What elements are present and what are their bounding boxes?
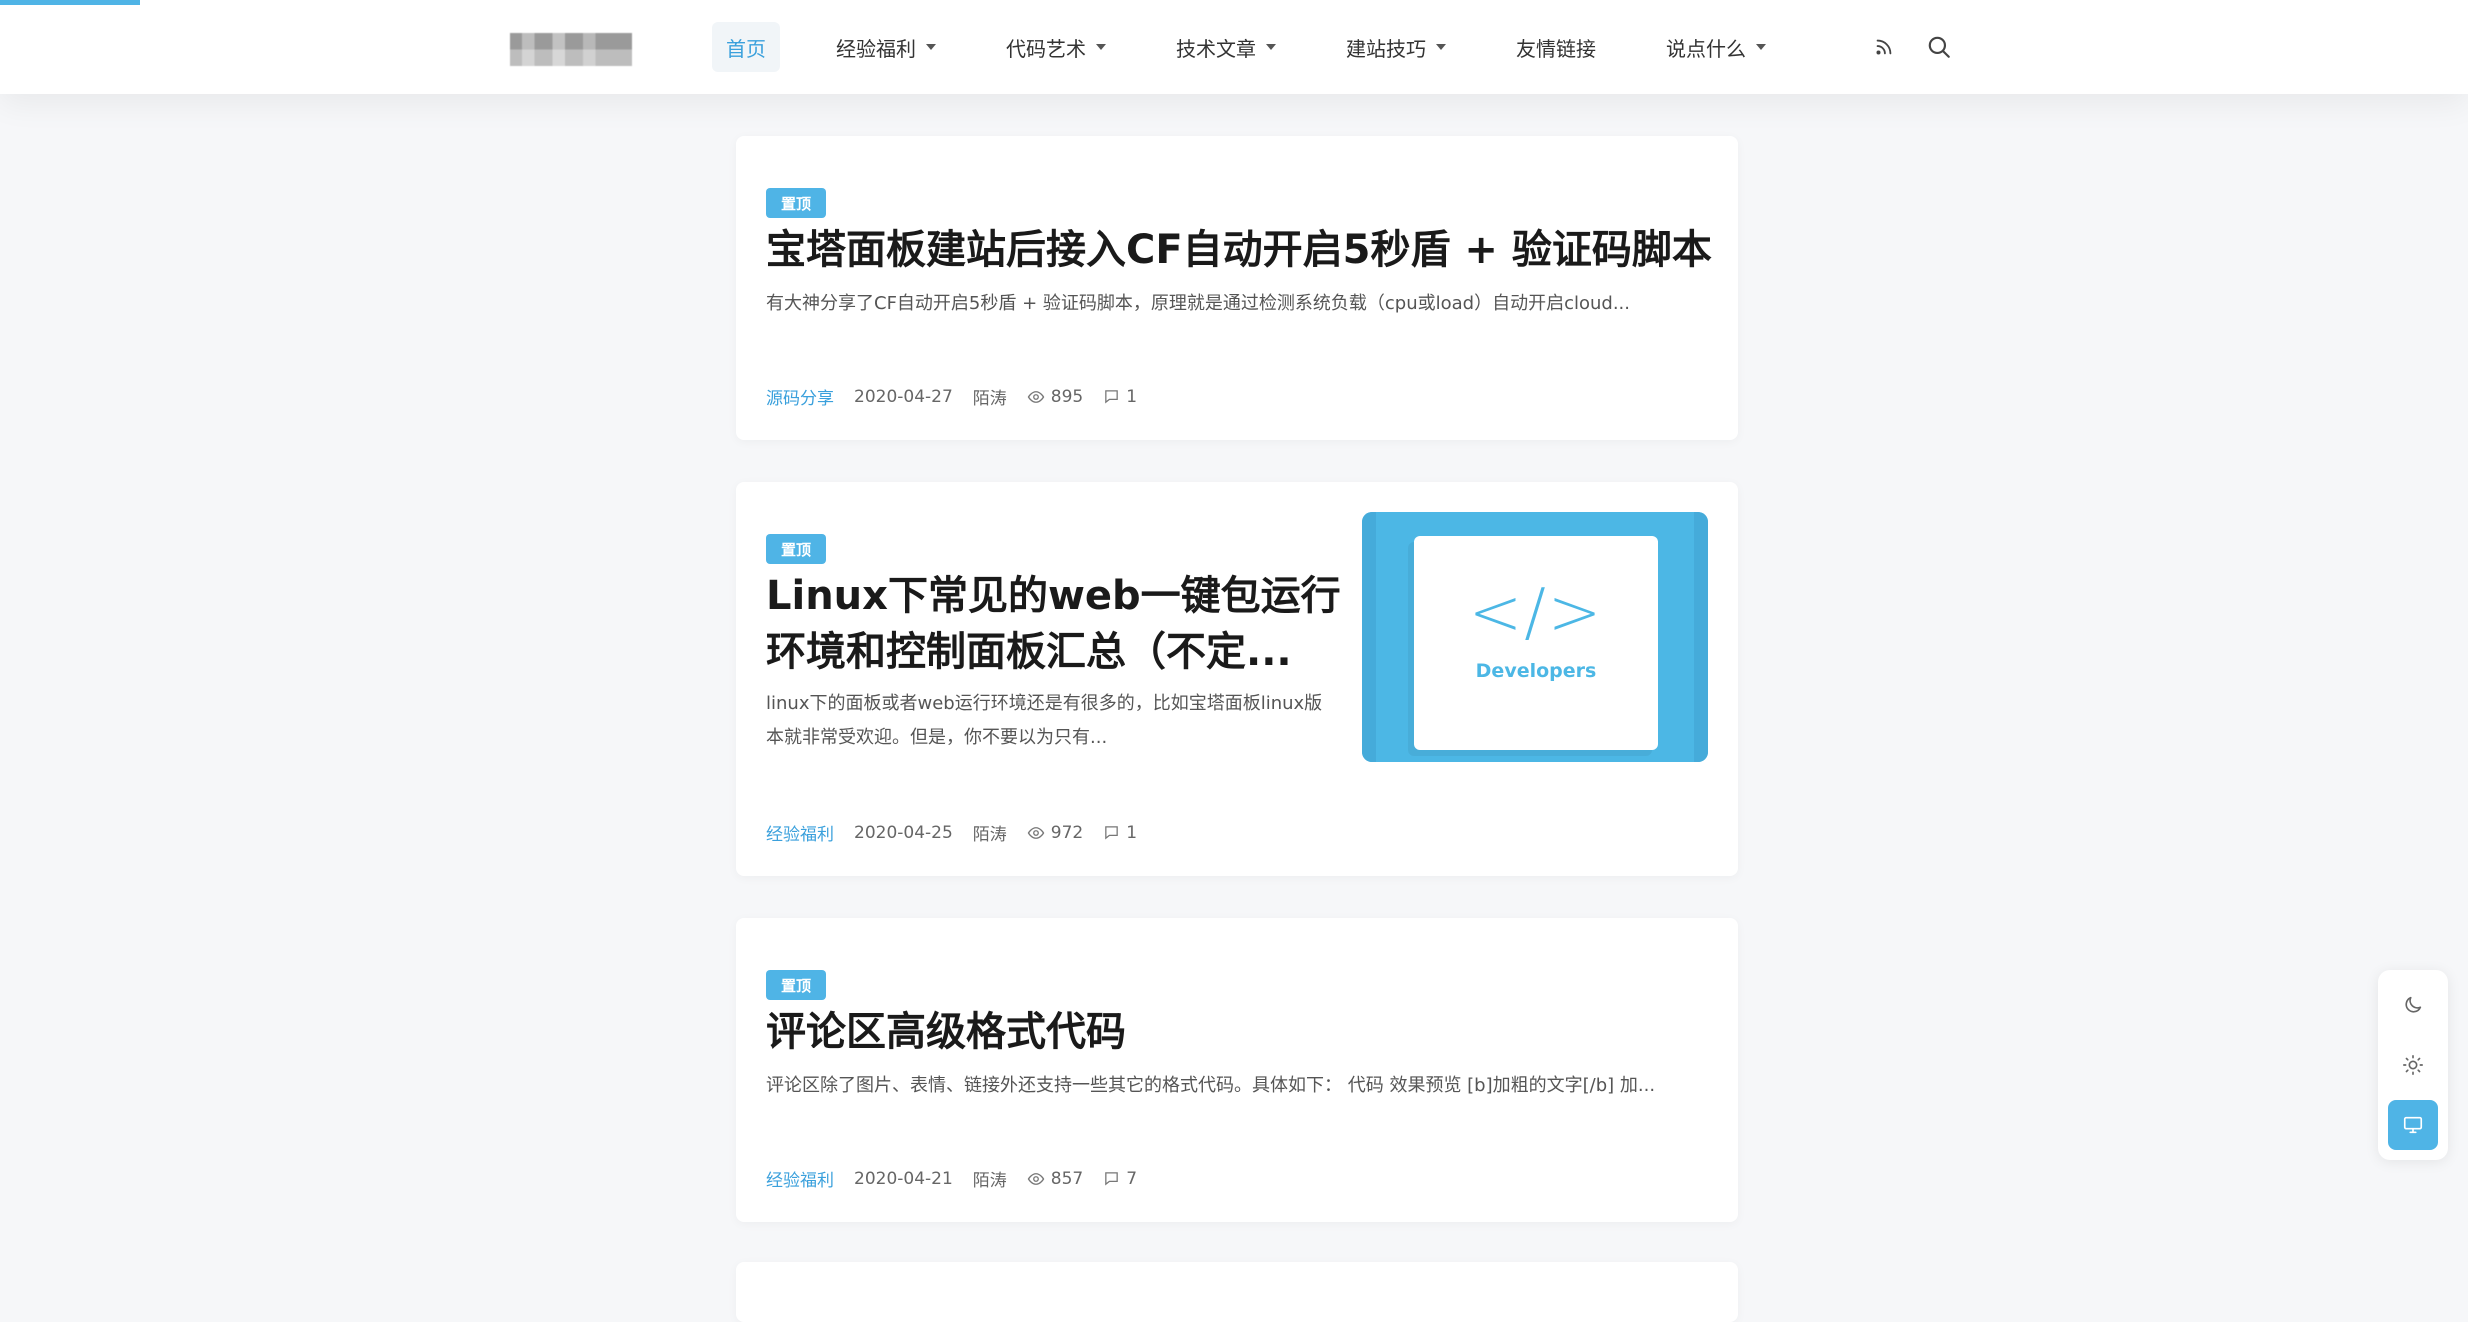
post-meta: 经验福利 2020-04-25 陌涛 972 1 [766,820,1157,846]
post-author: 陌涛 [972,825,1007,845]
post-excerpt: 有大神分享了CF自动开启5秒盾 + 验证码脚本，原理就是通过检测系统负载（cpu… [766,293,1631,314]
thumbnail-label: Developers [1475,660,1597,682]
post-comments-count: 1 [1126,386,1138,407]
post-meta: 源码分享 2020-04-27 陌涛 895 1 [766,384,1157,410]
rss-icon[interactable] [1869,32,1899,62]
comment-icon [1105,826,1119,840]
moon-icon[interactable] [2388,980,2438,1030]
post-card[interactable]: 置顶 宝塔面板建站后接入CF自动开启5秒盾 + 验证码脚本 有大神分享了CF自动… [736,136,1738,440]
sun-icon[interactable] [2388,1040,2438,1090]
theme-switcher [2378,970,2448,1160]
caret-down-icon [1756,44,1766,50]
comment-icon [1105,1172,1119,1186]
post-category[interactable]: 源码分享 [766,384,834,409]
comment-icon [1105,390,1119,404]
post-comments[interactable]: 7 [1103,1169,1137,1189]
site-header: 首页 经验福利 代码艺术 技术文章 建站技巧 友情链接 说点什么 [0,0,2468,94]
eye-icon [1027,390,1045,403]
post-comments-count: 7 [1126,1168,1138,1189]
post-card[interactable] [736,1262,1738,1322]
thumbnail-edge [1694,512,1708,762]
post-meta: 经验福利 2020-04-21 陌涛 857 7 [766,1166,1157,1192]
monitor-icon[interactable] [2388,1100,2438,1150]
post-author: 陌涛 [972,1171,1007,1191]
post-title[interactable]: 宝塔面板建站后接入CF自动开启5秒盾 + 验证码脚本 [766,222,1712,278]
post-author: 陌涛 [972,389,1007,409]
main-nav: 首页 经验福利 代码艺术 技术文章 建站技巧 友情链接 说点什么 [712,22,1822,72]
caret-down-icon [1096,44,1106,50]
post-views-count: 895 [1050,386,1084,407]
nav-item-label: 说点什么 [1666,36,1746,61]
sticky-badge: 置顶 [766,188,826,218]
nav-item-label: 经验福利 [836,36,916,61]
thumbnail-page: </> Developers [1414,536,1658,750]
post-category[interactable]: 经验福利 [766,820,834,845]
sticky-badge: 置顶 [766,534,826,564]
post-comments-count: 1 [1126,822,1138,843]
post-views: 857 [1027,1169,1083,1189]
nav-item-tech-articles[interactable]: 技术文章 [1162,22,1290,72]
code-icon: </> [1468,576,1604,650]
nav-item-label: 代码艺术 [1006,36,1086,61]
nav-item-code-art[interactable]: 代码艺术 [992,22,1120,72]
sticky-badge: 置顶 [766,970,826,1000]
site-logo[interactable] [510,33,632,66]
nav-item-site-tips[interactable]: 建站技巧 [1332,22,1460,72]
post-thumbnail[interactable]: </> Developers [1362,512,1708,762]
post-views: 972 [1027,823,1083,843]
search-icon[interactable] [1924,32,1954,62]
post-comments[interactable]: 1 [1103,823,1137,843]
nav-item-home[interactable]: 首页 [712,22,780,72]
post-excerpt: 评论区除了图片、表情、链接外还支持一些其它的格式代码。具体如下： 代码 效果预览… [766,1075,1656,1096]
post-title[interactable]: Linux下常见的web一键包运行环境和控制面板汇总（不定... [766,568,1346,680]
nav-item-friend-links[interactable]: 友情链接 [1502,22,1610,72]
reading-progress-bar [0,0,140,5]
post-date: 2020-04-21 [854,1168,953,1189]
post-views: 895 [1027,387,1083,407]
eye-icon [1027,1172,1045,1185]
nav-item-label: 首页 [726,36,766,61]
nav-item-say-something[interactable]: 说点什么 [1652,22,1780,72]
caret-down-icon [926,44,936,50]
caret-down-icon [1436,44,1446,50]
post-views-count: 972 [1050,822,1084,843]
post-date: 2020-04-27 [854,386,953,407]
eye-icon [1027,826,1045,839]
post-excerpt: linux下的面板或者web运行环境还是有很多的，比如宝塔面板linux版本就非… [766,693,1323,748]
post-title[interactable]: 评论区高级格式代码 [766,1004,1126,1060]
nav-item-label: 友情链接 [1516,36,1596,61]
post-card[interactable]: 置顶 Linux下常见的web一键包运行环境和控制面板汇总（不定... linu… [736,482,1738,876]
nav-item-label: 技术文章 [1176,36,1256,61]
post-category[interactable]: 经验福利 [766,1166,834,1191]
post-comments[interactable]: 1 [1103,387,1137,407]
post-date: 2020-04-25 [854,822,953,843]
nav-item-label: 建站技巧 [1346,36,1426,61]
nav-item-experience[interactable]: 经验福利 [822,22,950,72]
post-card[interactable]: 置顶 评论区高级格式代码 评论区除了图片、表情、链接外还支持一些其它的格式代码。… [736,918,1738,1222]
thumbnail-edge [1362,512,1376,762]
caret-down-icon [1266,44,1276,50]
post-views-count: 857 [1050,1168,1084,1189]
